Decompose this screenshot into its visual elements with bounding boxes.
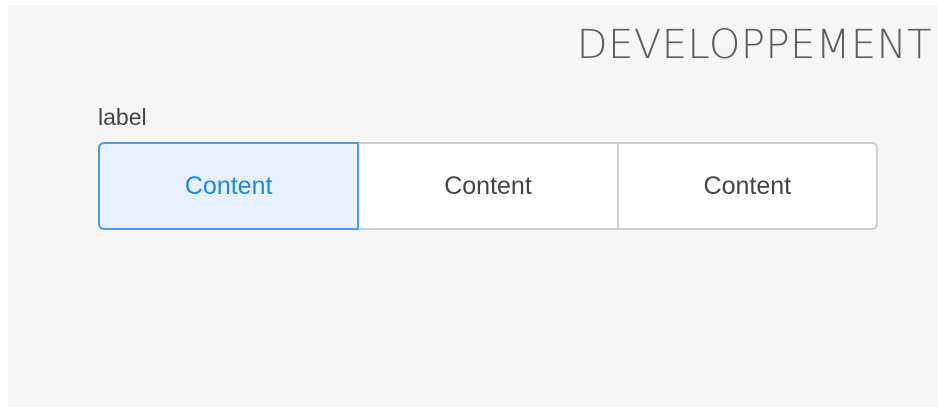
segmented-control: Content Content Content [98,142,878,230]
segment-option-3[interactable]: Content [618,142,878,230]
segment-option-1[interactable]: Content [98,142,360,230]
environment-tag: DEVELOPPEMENT [576,22,932,68]
content-panel: DEVELOPPEMENT label Content Content Cont… [8,5,938,407]
field-label: label [98,104,147,130]
segment-option-2[interactable]: Content [359,142,619,230]
